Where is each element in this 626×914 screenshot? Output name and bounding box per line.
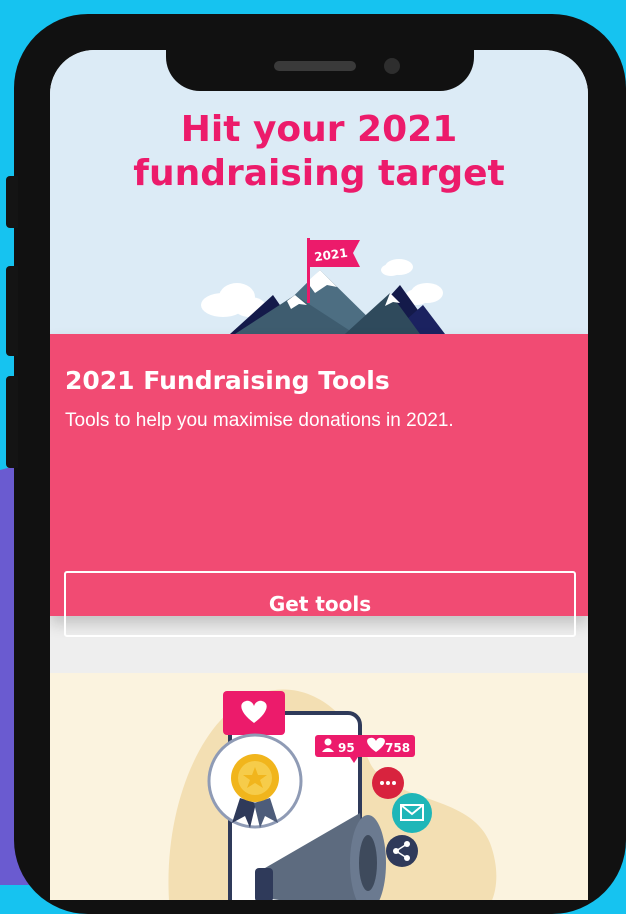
card-title: 2021 Fundraising Tools <box>65 366 390 395</box>
fundraising-tools-card: 2021 Fundraising Tools Tools to help you… <box>50 334 588 637</box>
social-promo-illustration: 95 758 <box>168 689 497 900</box>
promo-card: 95 758 <box>50 673 588 900</box>
banner-title: Hit your 2021 fundraising target <box>133 109 505 194</box>
front-camera <box>384 58 400 74</box>
followers-count: 95 <box>338 741 355 755</box>
phone-screen: Hit your 2021 fundraising target 2021 20… <box>50 50 588 900</box>
speaker-grille <box>274 61 356 71</box>
phone-side-button <box>6 266 18 356</box>
phone-notch <box>166 24 474 91</box>
card-description: Tools to help you maximise donations in … <box>65 410 454 431</box>
mountain-flag-illustration: 2021 <box>201 238 445 334</box>
mail-icon <box>392 793 432 833</box>
chat-icon <box>372 767 404 799</box>
hero-banner: Hit your 2021 fundraising target 2021 <box>50 50 588 334</box>
phone-side-button <box>6 176 18 228</box>
share-icon <box>386 835 418 867</box>
phone-side-button <box>6 376 18 468</box>
get-tools-button[interactable]: Get tools <box>64 571 576 637</box>
likes-count: 758 <box>385 741 410 755</box>
medal-icon <box>207 733 303 829</box>
